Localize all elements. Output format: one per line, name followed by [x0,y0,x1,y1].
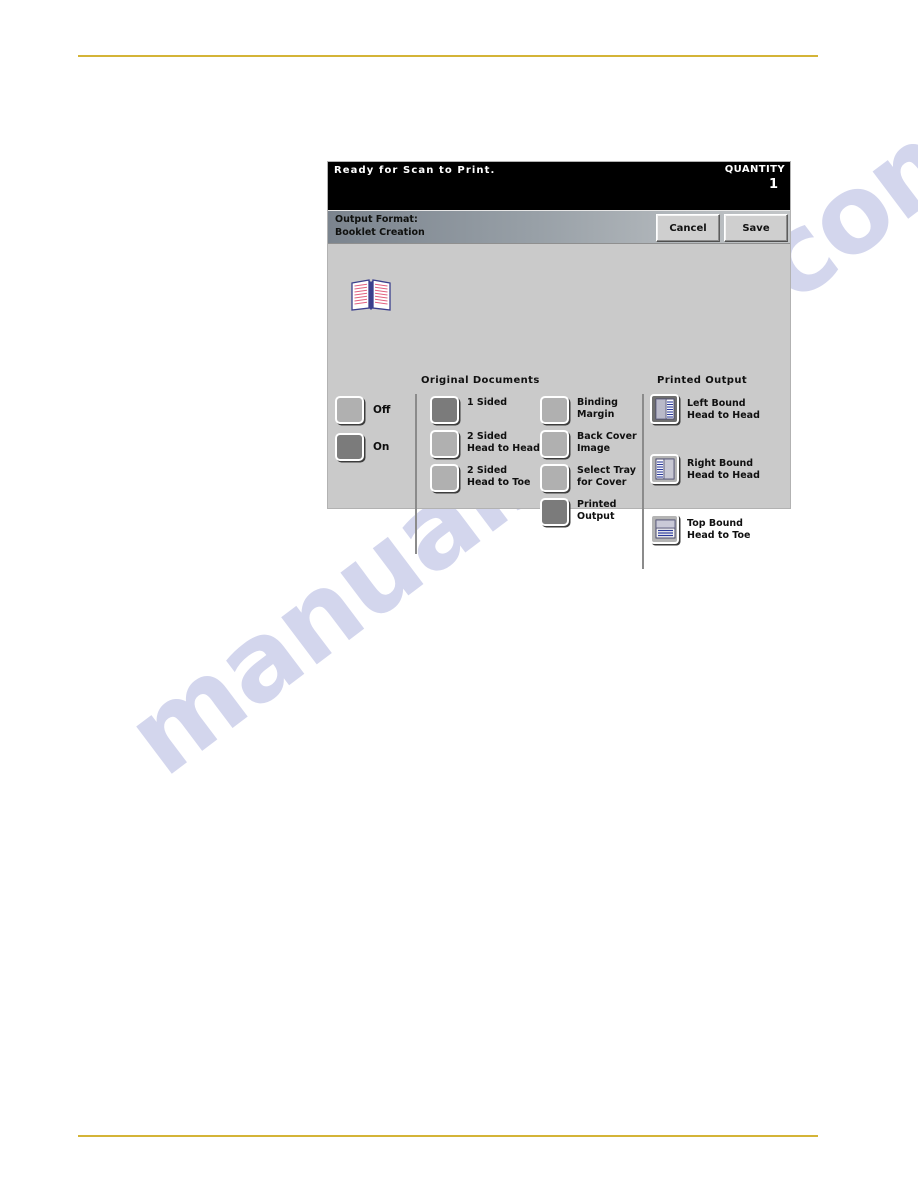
option-back-cover-image[interactable]: Back Cover Image [540,430,637,458]
original-documents-options: 1 Sided 2 Sided Head to Head 2 Sided Hea… [430,396,540,498]
option-2-sided-head-to-toe[interactable]: 2 Sided Head to Toe [430,464,540,492]
option-right-bound-line2: Head to Head [687,470,760,481]
option-printed-output-line2: Output [577,511,615,522]
option-left-bound-label: Left Bound Head to Head [687,394,760,422]
toggle-row-on: On [335,433,390,461]
page-bottom-rule [78,1135,818,1137]
cancel-button[interactable]: Cancel [656,214,720,242]
screen-body: Off On Original Documents Printed Output… [328,244,790,569]
header-buttons: Cancel Save [656,214,788,242]
option-select-tray-for-cover-line1: Select Tray [577,465,636,476]
screen-title: Output Format: Booklet Creation [335,214,425,239]
option-right-bound-line1: Right Bound [687,458,754,469]
option-select-tray-for-cover-line2: for Cover [577,477,627,488]
option-top-bound-line2: Head to Toe [687,530,751,541]
option-1-sided-button[interactable] [430,396,459,424]
option-left-bound[interactable]: Left Bound Head to Head [650,394,760,424]
option-back-cover-image-line1: Back Cover [577,431,637,442]
option-2-sided-head-to-toe-line1: 2 Sided [467,465,508,476]
option-binding-margin-line2: Margin [577,409,615,420]
option-2-sided-head-to-head[interactable]: 2 Sided Head to Head [430,430,540,458]
title-bar: Output Format: Booklet Creation Cancel S… [328,210,790,244]
option-right-bound[interactable]: Right Bound Head to Head [650,454,760,484]
booklet-on-label: On [373,441,390,453]
option-select-tray-for-cover-label: Select Tray for Cover [577,464,636,489]
option-1-sided-label: 1 Sided [467,396,507,409]
printed-output-heading: Printed Output [657,375,748,386]
screen-title-line2: Booklet Creation [335,226,425,238]
open-book-icon [349,277,393,313]
option-left-bound-line1: Left Bound [687,398,746,409]
option-2-sided-head-to-head-line1: 2 Sided [467,431,508,442]
booklet-off-label: Off [373,404,391,416]
option-top-bound[interactable]: Top Bound Head to Toe [650,514,760,544]
option-binding-margin[interactable]: Binding Margin [540,396,637,424]
option-2-sided-head-to-toe-label: 2 Sided Head to Toe [467,464,530,489]
option-back-cover-image-line2: Image [577,443,611,454]
status-message: Ready for Scan to Print. [334,165,496,176]
option-printed-output-button[interactable] [540,498,569,526]
divider-right [642,394,644,569]
option-1-sided-line1: 1 Sided [467,397,508,408]
quantity-value: 1 [768,177,778,192]
booklet-toggle-group: Off On [335,396,390,470]
option-printed-output-line1: Printed [577,499,617,510]
option-binding-margin-label: Binding Margin [577,396,618,421]
save-button[interactable]: Save [724,214,788,242]
booklet-on-button[interactable] [335,433,364,461]
option-left-bound-line2: Head to Head [687,410,760,421]
screen-title-line1: Output Format: [335,214,418,225]
booklet-feature-options: Binding Margin Back Cover Image Select T… [540,396,637,532]
status-bar: Ready for Scan to Print. QUANTITY 1 [328,162,790,210]
option-2-sided-head-to-toe-button[interactable] [430,464,459,492]
option-select-tray-for-cover-button[interactable] [540,464,569,492]
right-bound-icon[interactable] [650,454,679,484]
option-top-bound-label: Top Bound Head to Toe [687,514,750,542]
option-select-tray-for-cover[interactable]: Select Tray for Cover [540,464,637,492]
divider-left [415,394,417,554]
option-top-bound-line1: Top Bound [687,518,743,529]
option-2-sided-head-to-head-line2: Head to Head [467,443,540,454]
option-2-sided-head-to-toe-line2: Head to Toe [467,477,531,488]
quantity-label: QUANTITY [724,164,785,175]
left-bound-icon[interactable] [650,394,679,424]
option-binding-margin-button[interactable] [540,396,569,424]
option-printed-output-label: Printed Output [577,498,616,523]
option-back-cover-image-button[interactable] [540,430,569,458]
option-2-sided-head-to-head-label: 2 Sided Head to Head [467,430,540,455]
option-binding-margin-line1: Binding [577,397,618,408]
option-printed-output[interactable]: Printed Output [540,498,637,526]
option-back-cover-image-label: Back Cover Image [577,430,637,455]
option-2-sided-head-to-head-button[interactable] [430,430,459,458]
printed-output-options: Left Bound Head to Head Right Bound Head… [650,394,760,574]
option-right-bound-label: Right Bound Head to Head [687,454,760,482]
original-documents-heading: Original Documents [421,375,540,386]
toggle-row-off: Off [335,396,390,424]
device-touch-panel: Ready for Scan to Print. QUANTITY 1 Outp… [328,162,790,569]
booklet-off-button[interactable] [335,396,364,424]
page-top-rule [78,55,818,57]
top-bound-icon[interactable] [650,514,679,544]
option-1-sided[interactable]: 1 Sided [430,396,540,424]
